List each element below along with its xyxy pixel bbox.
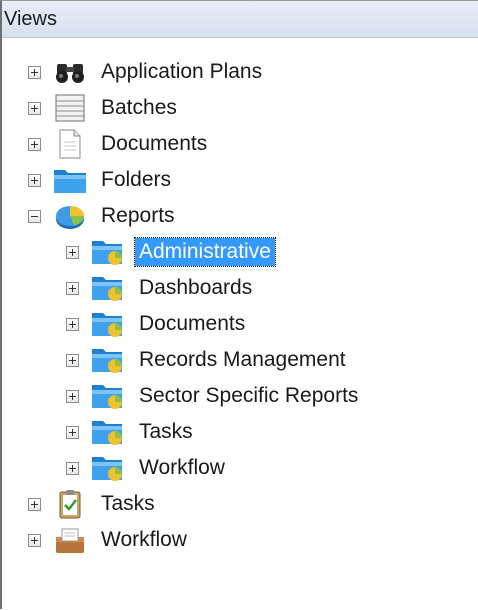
report-folder-icon xyxy=(91,309,125,339)
batch-stack-icon xyxy=(53,93,87,123)
tree-item-workflow[interactable]: Workflow xyxy=(28,522,191,558)
tree-item-label: Tasks xyxy=(139,420,193,443)
tree-item-application-plans[interactable]: Application Plans xyxy=(28,54,266,90)
tree-item-label: Tasks xyxy=(101,492,155,515)
tree-item-label: Workflow xyxy=(101,528,187,551)
tree-item-sector-specific-reports[interactable]: Sector Specific Reports xyxy=(66,378,362,414)
report-folder-icon xyxy=(91,381,125,411)
views-panel: Views Application Plans Batches Document… xyxy=(0,0,478,609)
tree-item-label: Records Management xyxy=(139,348,346,371)
collapse-toggle[interactable] xyxy=(28,209,41,223)
tree-item-label: Sector Specific Reports xyxy=(139,384,359,407)
tree-item-label: Documents xyxy=(139,312,246,335)
folder-icon xyxy=(53,165,87,195)
tree-item-label: Batches xyxy=(101,96,177,119)
tree-item-folders[interactable]: Folders xyxy=(28,162,175,198)
report-folder-icon xyxy=(91,417,125,447)
tree-item-label: Dashboards xyxy=(139,276,253,299)
expand-toggle[interactable] xyxy=(28,533,41,547)
tree-item-tasks[interactable]: Tasks xyxy=(28,486,159,522)
task-clipboard-icon xyxy=(53,489,87,519)
binoculars-icon xyxy=(53,57,87,87)
tree-item-records-management[interactable]: Records Management xyxy=(66,342,350,378)
report-folder-icon xyxy=(91,453,125,483)
expand-toggle[interactable] xyxy=(28,137,41,151)
expand-toggle[interactable] xyxy=(66,317,79,331)
document-icon xyxy=(53,129,87,159)
expand-toggle[interactable] xyxy=(66,461,79,475)
tree-item-report-workflow[interactable]: Workflow xyxy=(66,450,229,486)
panel-header: Views xyxy=(2,1,478,38)
tree-item-label: Administrative xyxy=(134,237,276,267)
report-folder-icon xyxy=(91,237,125,267)
workflow-inbox-icon xyxy=(53,525,87,555)
expand-toggle[interactable] xyxy=(28,65,41,79)
report-folder-icon xyxy=(91,345,125,375)
tree-item-dashboards[interactable]: Dashboards xyxy=(66,270,256,306)
panel-title: Views xyxy=(4,7,57,30)
pie-chart-icon xyxy=(53,201,87,231)
expand-toggle[interactable] xyxy=(28,497,41,511)
tree-item-reports[interactable]: Reports xyxy=(28,198,179,234)
tree-item-report-documents[interactable]: Documents xyxy=(66,306,249,342)
tree-item-label: Reports xyxy=(101,204,175,227)
expand-toggle[interactable] xyxy=(66,389,79,403)
expand-toggle[interactable] xyxy=(28,101,41,115)
expand-toggle[interactable] xyxy=(66,245,79,259)
tree-item-batches[interactable]: Batches xyxy=(28,90,181,126)
tree-item-report-tasks[interactable]: Tasks xyxy=(66,414,197,450)
tree-item-label: Workflow xyxy=(139,456,225,479)
tree-item-administrative[interactable]: Administrative xyxy=(66,234,276,270)
expand-toggle[interactable] xyxy=(66,281,79,295)
expand-toggle[interactable] xyxy=(28,173,41,187)
tree-item-documents[interactable]: Documents xyxy=(28,126,211,162)
expand-toggle[interactable] xyxy=(66,353,79,367)
expand-toggle[interactable] xyxy=(66,425,79,439)
tree-item-label: Documents xyxy=(101,132,208,155)
tree-item-label: Application Plans xyxy=(101,60,263,83)
report-folder-icon xyxy=(91,273,125,303)
tree-item-label: Folders xyxy=(101,168,172,191)
